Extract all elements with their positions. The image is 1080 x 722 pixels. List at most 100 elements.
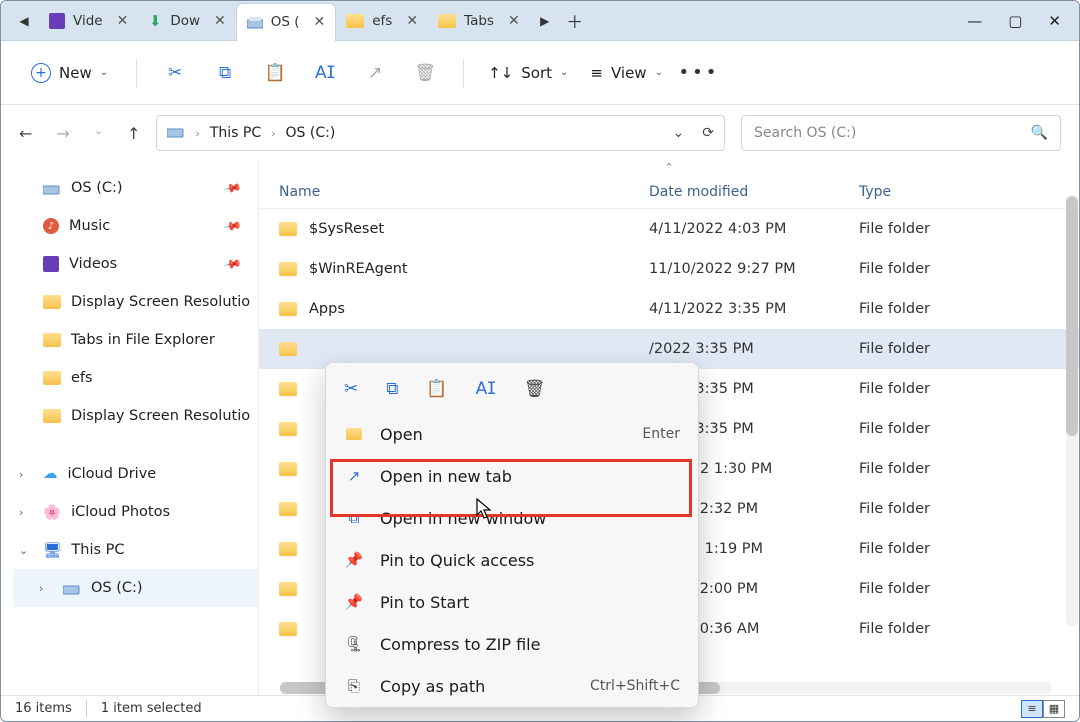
ctx-open-new-tab[interactable]: ↗ Open in new tab xyxy=(326,455,698,497)
disk-icon xyxy=(43,181,61,195)
row-type: File folder xyxy=(859,621,1079,637)
new-tab-button[interactable]: ＋ xyxy=(560,8,590,33)
tab-downloads[interactable]: ⬇ Dow ✕ xyxy=(138,4,235,38)
sidebar-item-videos[interactable]: Videos📌 xyxy=(13,245,258,283)
tab-os-c[interactable]: OS ( ✕ xyxy=(236,3,337,41)
row-type: File folder xyxy=(859,341,1079,357)
zip-icon: 🗜 xyxy=(344,635,364,653)
sidebar-item-efs[interactable]: efs xyxy=(13,359,258,397)
close-icon[interactable]: ✕ xyxy=(508,13,520,29)
sidebar-item-icloud-photos[interactable]: › 🌸 iCloud Photos xyxy=(13,493,258,531)
sort-button[interactable]: ↑↓ Sort ⌄ xyxy=(480,64,576,82)
table-row[interactable]: $SysReset4/11/2022 4:03 PMFile folder xyxy=(259,209,1079,249)
chevron-right-icon[interactable]: › xyxy=(271,127,275,140)
copy-button[interactable]: ⧉ xyxy=(203,51,247,95)
details-view-button[interactable]: ≡ xyxy=(1021,700,1043,718)
collapse-icon[interactable]: ⌄ xyxy=(19,544,28,557)
folder-icon xyxy=(346,14,364,28)
column-type[interactable]: Type xyxy=(859,184,1079,200)
tab-videos[interactable]: Vide ✕ xyxy=(39,4,138,38)
folder-icon xyxy=(279,342,297,356)
close-icon[interactable]: ✕ xyxy=(406,13,418,29)
dropdown-button[interactable]: ⌄ xyxy=(673,125,685,141)
close-button[interactable]: ✕ xyxy=(1048,12,1061,30)
ctx-open-new-window[interactable]: ⧉ Open in new window xyxy=(326,497,698,539)
ctx-copy-path[interactable]: ⎘ Copy as path Ctrl+Shift+C xyxy=(326,665,698,707)
folder-icon xyxy=(43,371,61,385)
share-button[interactable]: ↗ xyxy=(353,51,397,95)
chevron-down-icon: ⌄ xyxy=(560,67,568,78)
minimize-button[interactable]: — xyxy=(967,12,982,30)
pin-icon: 📌 xyxy=(344,593,364,611)
sidebar-item-display-screen-2[interactable]: Display Screen Resolutio xyxy=(13,397,258,435)
expand-icon[interactable]: › xyxy=(39,582,43,595)
vertical-scrollbar[interactable] xyxy=(1066,196,1078,626)
thumbnails-view-button[interactable]: ▦ xyxy=(1043,700,1065,718)
download-icon: ⬇ xyxy=(148,14,162,28)
expand-icon[interactable]: › xyxy=(19,468,23,481)
recent-button[interactable]: ⌄ xyxy=(94,124,103,143)
tab-scroll-left[interactable]: ◀ xyxy=(9,14,39,28)
folder-icon xyxy=(43,295,61,309)
tab-efs[interactable]: efs ✕ xyxy=(336,4,428,38)
folder-icon xyxy=(279,382,297,396)
breadcrumb[interactable]: OS (C:) xyxy=(286,125,336,141)
sidebar-item-music[interactable]: ♪ Music📌 xyxy=(13,207,258,245)
delete-button[interactable]: 🗑 xyxy=(524,379,546,399)
tab-scroll-right[interactable]: ▶ xyxy=(530,14,560,28)
disk-icon xyxy=(63,581,81,595)
item-count: 16 items xyxy=(15,701,72,716)
pin-icon: 📌 xyxy=(344,551,364,569)
search-icon: 🔍 xyxy=(1031,125,1048,141)
column-name[interactable]: Name xyxy=(279,184,649,200)
close-icon[interactable]: ✕ xyxy=(117,13,129,29)
row-date: /2022 3:35 PM xyxy=(649,341,859,357)
paste-button[interactable]: 📋 xyxy=(426,379,447,399)
sidebar-item-display-screen[interactable]: Display Screen Resolutio xyxy=(13,283,258,321)
ctx-pin-quick-access[interactable]: 📌 Pin to Quick access xyxy=(326,539,698,581)
cut-button[interactable]: ✂ xyxy=(344,379,358,399)
chevron-right-icon[interactable]: › xyxy=(195,127,199,140)
sidebar-item-os-c[interactable]: OS (C:)📌 xyxy=(13,169,258,207)
video-icon xyxy=(49,13,65,29)
tab-label: Dow xyxy=(170,13,200,29)
ctx-compress-zip[interactable]: 🗜 Compress to ZIP file xyxy=(326,623,698,665)
new-button[interactable]: + New ⌄ xyxy=(19,57,120,89)
disk-icon xyxy=(247,14,263,30)
column-chevron-icon[interactable]: ⌃ xyxy=(259,161,1079,175)
rename-button[interactable]: Aⵊ xyxy=(303,51,347,95)
pin-icon: 📌 xyxy=(222,254,242,274)
table-row[interactable]: $WinREAgent11/10/2022 9:27 PMFile folder xyxy=(259,249,1079,289)
back-button[interactable]: ← xyxy=(19,124,32,143)
toolbar: + New ⌄ ✂ ⧉ 📋 Aⵊ ↗ 🗑 ↑↓ Sort ⌄ ≡ View ⌄ … xyxy=(1,41,1079,105)
search-input[interactable]: Search OS (C:) 🔍 xyxy=(741,115,1061,151)
close-icon[interactable]: ✕ xyxy=(314,14,326,30)
ctx-open[interactable]: Open Enter xyxy=(326,413,698,455)
expand-icon[interactable]: › xyxy=(19,506,23,519)
up-button[interactable]: ↑ xyxy=(127,124,140,143)
folder-icon xyxy=(279,542,297,556)
sidebar-item-tabs-explorer[interactable]: Tabs in File Explorer xyxy=(13,321,258,359)
refresh-button[interactable]: ⟳ xyxy=(702,125,714,141)
rename-button[interactable]: Aⵊ xyxy=(476,379,496,399)
column-date[interactable]: Date modified xyxy=(649,184,859,200)
paste-button[interactable]: 📋 xyxy=(253,51,297,95)
copy-button[interactable]: ⧉ xyxy=(386,379,398,399)
address-bar[interactable]: › This PC › OS (C:) ⌄ ⟳ xyxy=(156,115,725,151)
ctx-pin-start[interactable]: 📌 Pin to Start xyxy=(326,581,698,623)
more-button[interactable]: ••• xyxy=(677,51,721,95)
forward-button[interactable]: → xyxy=(56,124,69,143)
sidebar-item-icloud-drive[interactable]: › ☁ iCloud Drive xyxy=(13,455,258,493)
breadcrumb[interactable]: This PC xyxy=(210,125,261,141)
close-icon[interactable]: ✕ xyxy=(214,13,226,29)
sort-icon: ↑↓ xyxy=(488,64,513,82)
view-button[interactable]: ≡ View ⌄ xyxy=(582,64,671,82)
sidebar-item-os-c-nested[interactable]: › OS (C:) xyxy=(13,569,258,607)
chevron-down-icon: ⌄ xyxy=(655,67,663,78)
maximize-button[interactable]: ▢ xyxy=(1008,12,1022,30)
table-row[interactable]: Apps4/11/2022 3:35 PMFile folder xyxy=(259,289,1079,329)
cut-button[interactable]: ✂ xyxy=(153,51,197,95)
tab-tabs[interactable]: Tabs ✕ xyxy=(428,4,530,38)
sidebar-item-this-pc[interactable]: ⌄ 🖥 This PC xyxy=(13,531,258,569)
delete-button[interactable]: 🗑 xyxy=(403,51,447,95)
